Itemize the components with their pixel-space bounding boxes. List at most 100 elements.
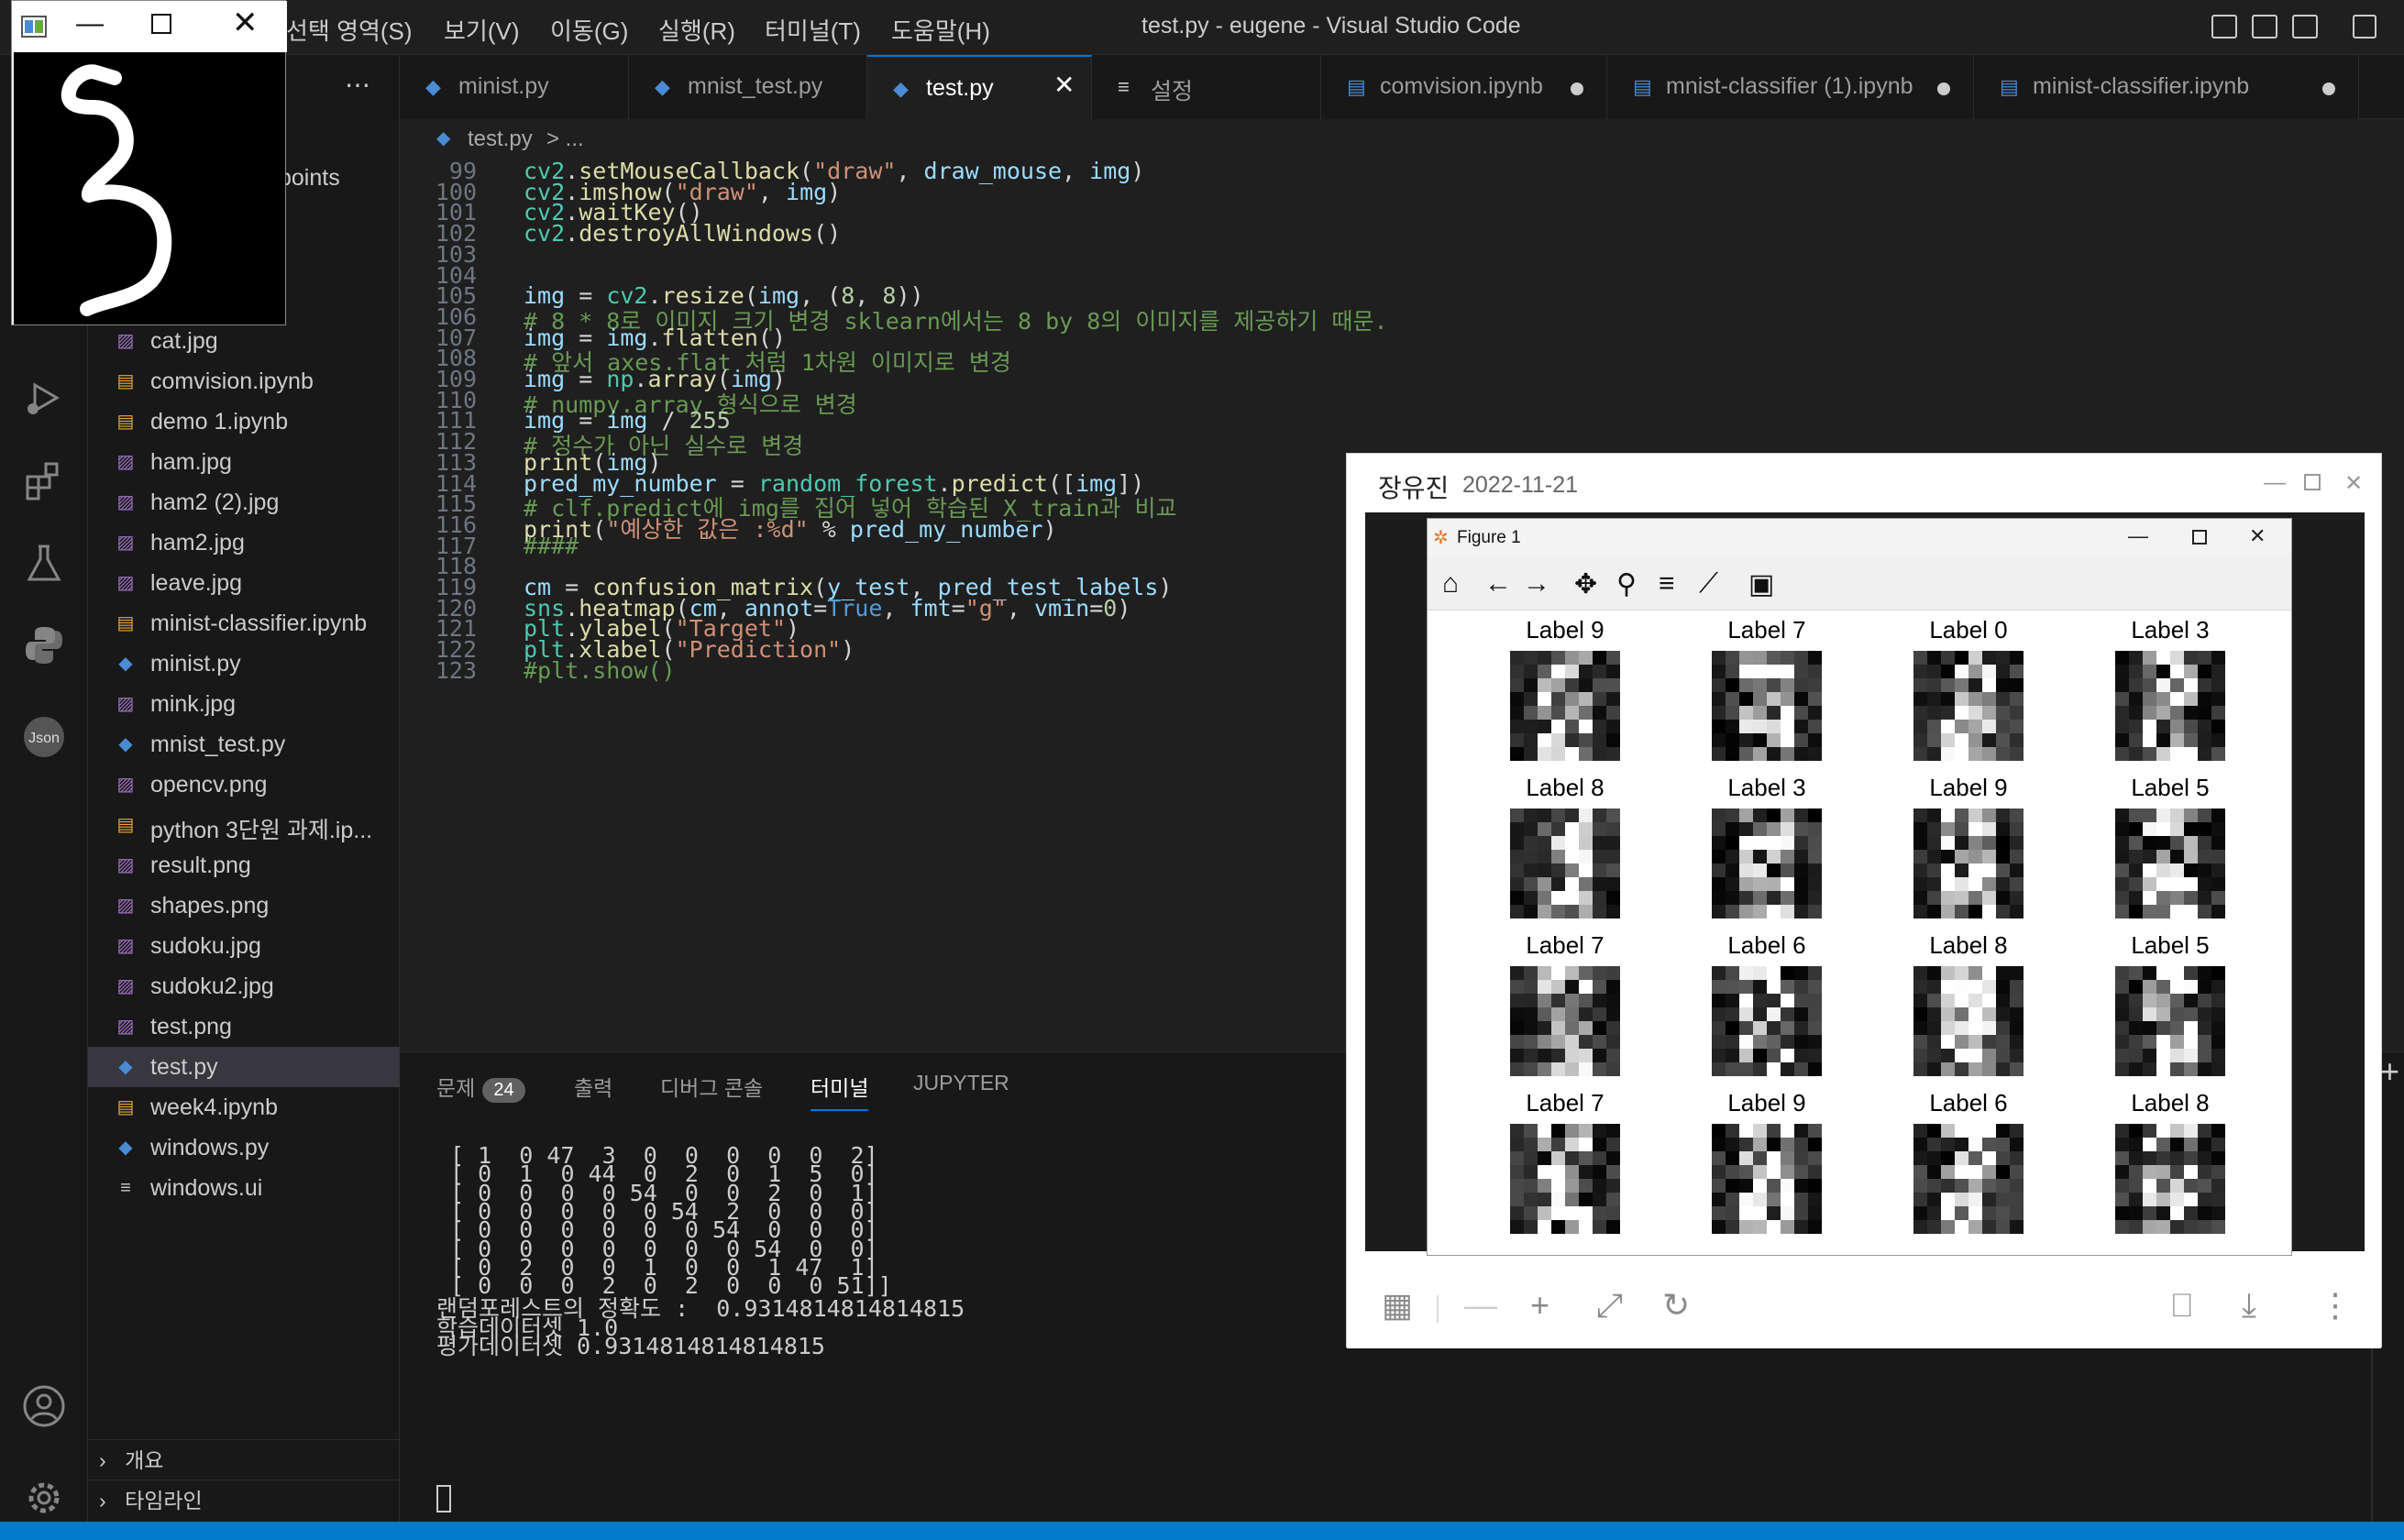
- back-arrow-icon[interactable]: ←: [1484, 568, 1512, 600]
- image-icon: ▨: [116, 452, 135, 472]
- file-item[interactable]: ▨ shapes.png: [88, 886, 400, 926]
- close-icon[interactable]: ✕: [232, 5, 259, 41]
- timeline-section[interactable]: › 타임라인: [99, 1483, 203, 1514]
- zoom-icon[interactable]: ⚲: [1616, 568, 1637, 600]
- menu-view[interactable]: 보기(V): [444, 13, 520, 47]
- sidebar-partial-item[interactable]: points: [279, 165, 340, 192]
- unsaved-dot-icon[interactable]: [2322, 82, 2335, 95]
- rotate-icon[interactable]: ↻: [1662, 1286, 1690, 1325]
- file-item[interactable]: ◆ mnist_test.py: [88, 724, 400, 764]
- notebook-icon: ▤: [1633, 75, 1652, 98]
- configure-subplots-icon[interactable]: ≡: [1659, 568, 1675, 600]
- file-item[interactable]: ▨ ham.jpg: [88, 442, 400, 482]
- close-icon[interactable]: ✕: [2249, 524, 2266, 548]
- image-icon: ▨: [116, 533, 135, 553]
- tab-minist-classifier-ipynb[interactable]: ▤ minist-classifier.ipynb: [1974, 55, 2359, 119]
- file-item[interactable]: ▤ week4.ipynb: [88, 1087, 400, 1128]
- toggle-secondary-sidebar-icon[interactable]: [2292, 15, 2318, 38]
- edit-axis-icon[interactable]: ⟋: [1699, 568, 1718, 600]
- file-item[interactable]: ▤ comvision.ipynb: [88, 361, 400, 402]
- outline-section[interactable]: › 개요: [99, 1443, 163, 1474]
- file-item[interactable]: ▨ test.png: [88, 1006, 400, 1047]
- tab-mnist-classifier-1-ipynb[interactable]: ▤ mnist-classifier (1).ipynb: [1607, 55, 1974, 119]
- tab-debug-console[interactable]: 디버그 콘솔: [660, 1071, 763, 1102]
- new-terminal-icon[interactable]: +: [2380, 1052, 2399, 1091]
- file-item[interactable]: ▨ leave.jpg: [88, 563, 400, 603]
- maximize-icon[interactable]: [151, 14, 171, 34]
- run-debug-icon[interactable]: [22, 376, 66, 420]
- file-item[interactable]: ◆ windows.py: [88, 1128, 400, 1168]
- file-item[interactable]: ◆ test.py: [88, 1047, 400, 1087]
- grid-view-icon[interactable]: ▦: [1382, 1286, 1413, 1325]
- maximize-icon[interactable]: [2304, 474, 2321, 490]
- notebook-icon: ▤: [116, 1097, 135, 1117]
- manage-gear-icon[interactable]: [22, 1476, 66, 1520]
- download-icon[interactable]: ⤓: [2242, 1286, 2256, 1326]
- close-icon[interactable]: ✕: [2344, 470, 2363, 497]
- file-item[interactable]: ▨ cat.jpg: [88, 321, 400, 361]
- file-item[interactable]: ▨ ham2 (2).jpg: [88, 482, 400, 522]
- pan-icon[interactable]: ✥: [1574, 568, 1597, 600]
- python-icon[interactable]: [22, 623, 66, 667]
- tab-problems[interactable]: 문제 24: [436, 1071, 525, 1103]
- draw-window[interactable]: — ✕: [11, 0, 287, 325]
- tab-[interactable]: ≡ 설정: [1092, 55, 1321, 119]
- tab-output[interactable]: 출력: [574, 1071, 612, 1102]
- bookmark-icon[interactable]: ⎕: [2172, 1286, 2192, 1326]
- menu-terminal[interactable]: 터미널(T): [765, 13, 861, 47]
- menu-help[interactable]: 도움말(H): [891, 13, 990, 47]
- tab-terminal[interactable]: 터미널: [811, 1071, 869, 1111]
- extensions-icon[interactable]: [22, 458, 66, 502]
- code-text: ####: [524, 533, 579, 559]
- more-actions-icon[interactable]: ⋯: [345, 70, 370, 100]
- file-item[interactable]: ▨ opencv.png: [88, 764, 400, 805]
- figure-window[interactable]: ✲ Figure 1 — ✕ ⌂ ← → ✥ ⚲ ≡ ⟋ ▣ Label 9 La…: [1427, 518, 2292, 1256]
- notebook-icon: ▤: [1347, 75, 1366, 98]
- breadcrumb-file[interactable]: test.py: [468, 126, 533, 152]
- file-item[interactable]: ◆ minist.py: [88, 644, 400, 684]
- minimize-icon[interactable]: —: [2264, 470, 2286, 496]
- tab-comvision-ipynb[interactable]: ▤ comvision.ipynb: [1321, 55, 1607, 119]
- file-item[interactable]: ▨ result.png: [88, 845, 400, 886]
- tab-jupyter[interactable]: JUPYTER: [913, 1071, 1009, 1095]
- file-item[interactable]: ▤ python 3단원 과제.ip...: [88, 805, 400, 845]
- save-icon[interactable]: ▣: [1748, 568, 1774, 600]
- tab-mnist-test-py[interactable]: ◆ mnist_test.py: [629, 55, 867, 119]
- toolbar-divider: [1437, 1295, 1439, 1323]
- file-item[interactable]: ▨ sudoku.jpg: [88, 926, 400, 966]
- home-icon[interactable]: ⌂: [1442, 568, 1459, 600]
- breadcrumb-symbols[interactable]: > ...: [546, 126, 584, 152]
- tab-test-py[interactable]: ◆ test.py ✕: [867, 55, 1092, 119]
- more-options-icon[interactable]: ⋮: [2319, 1286, 2352, 1325]
- fit-screen-icon[interactable]: ⤢: [1596, 1286, 1623, 1326]
- accounts-icon[interactable]: [22, 1384, 66, 1428]
- zoom-out-icon[interactable]: —: [1464, 1286, 1497, 1325]
- menu-run[interactable]: 실행(R): [658, 13, 735, 47]
- json-icon[interactable]: Json: [22, 715, 66, 759]
- toggle-sidebar-icon[interactable]: [2211, 15, 2237, 38]
- file-item[interactable]: ▨ mink.jpg: [88, 684, 400, 724]
- drawing-canvas[interactable]: [14, 52, 285, 324]
- minimize-icon[interactable]: —: [76, 8, 104, 39]
- file-item[interactable]: ▤ demo 1.ipynb: [88, 402, 400, 442]
- file-item[interactable]: ▨ sudoku2.jpg: [88, 966, 400, 1006]
- tab-label: minist-classifier.ipynb: [2033, 73, 2250, 99]
- handwritten-digit-three: [61, 64, 172, 316]
- tab-minist-py[interactable]: ◆ minist.py: [400, 55, 629, 119]
- maximize-icon[interactable]: [2192, 530, 2207, 544]
- menu-go[interactable]: 이동(G): [550, 13, 628, 47]
- forward-arrow-icon[interactable]: →: [1523, 568, 1550, 600]
- file-item[interactable]: ≡ windows.ui: [88, 1168, 400, 1208]
- file-item[interactable]: ▤ minist-classifier.ipynb: [88, 603, 400, 644]
- minimize-icon[interactable]: —: [2128, 524, 2148, 548]
- close-tab-icon[interactable]: ✕: [1053, 70, 1075, 100]
- toggle-panel-icon[interactable]: [2252, 15, 2277, 38]
- unsaved-dot-icon[interactable]: [1571, 82, 1583, 95]
- zoom-in-icon[interactable]: +: [1530, 1286, 1549, 1325]
- file-item[interactable]: ▨ ham2.jpg: [88, 522, 400, 563]
- menu-selection[interactable]: 선택 영역(S): [286, 13, 413, 47]
- customize-layout-icon[interactable]: [2353, 15, 2376, 38]
- viewer-toolbar: ▦ — + ⤢ ↻ ⎕ ⤓ ⋮: [1347, 1260, 2381, 1348]
- unsaved-dot-icon[interactable]: [1937, 82, 1950, 95]
- testing-flask-icon[interactable]: [22, 541, 66, 585]
